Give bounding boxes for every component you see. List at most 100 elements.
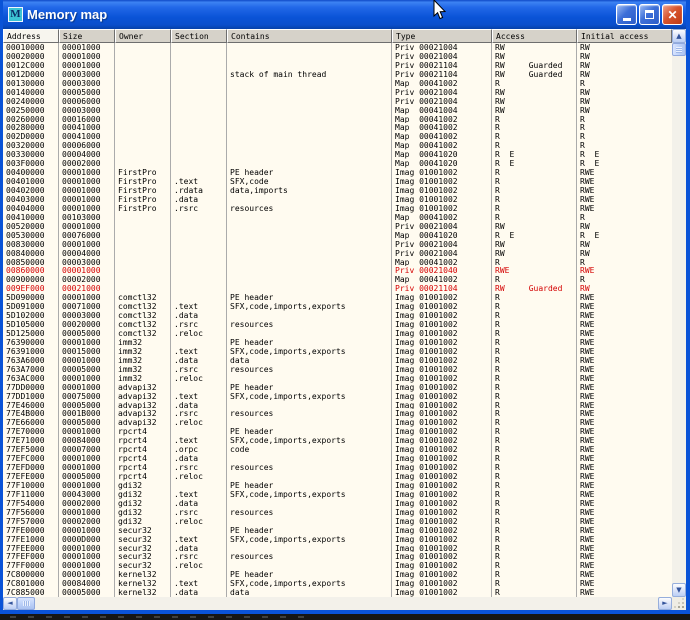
- table-row[interactable]: 5D09000000001000comctl32PE headerImag 01…: [3, 293, 672, 302]
- table-row[interactable]: 77E7000000001000rpcrt4PE headerImag 0100…: [3, 427, 672, 436]
- scroll-up-button[interactable]: ▲: [672, 29, 686, 43]
- table-row[interactable]: 0040400000001000FirstPro.rsrcresourcesIm…: [3, 204, 672, 213]
- table-row[interactable]: 0040100000001000FirstPro.textSFX,codeIma…: [3, 177, 672, 186]
- cell: Imag 01001002: [392, 526, 492, 535]
- table-row[interactable]: 77DD000000001000advapi32PE headerImag 01…: [3, 383, 672, 392]
- table-row[interactable]: 0040000000001000FirstProPE headerImag 01…: [3, 168, 672, 177]
- table-row[interactable]: 77F1000000001000gdi32PE headerImag 01001…: [3, 481, 672, 490]
- table-row[interactable]: 77EFC00000001000rpcrt4.dataImag 01001002…: [3, 454, 672, 463]
- table-row[interactable]: 0012C00000001000Priv 00021104RW GuardedR…: [3, 61, 672, 70]
- column-header-initial-access[interactable]: Initial access: [577, 29, 672, 43]
- table-row[interactable]: 0040200000001000FirstPro.rdatadata,impor…: [3, 186, 672, 195]
- cell: R: [492, 141, 577, 150]
- resize-grip-icon[interactable]: [682, 606, 684, 608]
- table-row[interactable]: 0032000000006000Map 00041002RR: [3, 141, 672, 150]
- table-row[interactable]: 0028000000041000Map 00041002RR: [3, 123, 672, 132]
- column-header-contains[interactable]: Contains: [227, 29, 392, 43]
- table-row[interactable]: 77FEF00000001000secur32.rsrcresourcesIma…: [3, 552, 672, 561]
- table-row[interactable]: 002D000000041000Map 00041002RR: [3, 132, 672, 141]
- table-row[interactable]: 0012D00000003000stack of main threadPriv…: [3, 70, 672, 79]
- cell: RWE: [577, 561, 672, 570]
- memory-map-client: AddressSizeOwnerSectionContainsTypeAcces…: [3, 29, 686, 610]
- cell: R: [492, 481, 577, 490]
- cell: R: [577, 258, 672, 267]
- table-row[interactable]: 0083000000001000Priv 00021004RWRW: [3, 240, 672, 249]
- table-row[interactable]: 0025000000003000Map 00041004RWRW: [3, 106, 672, 115]
- column-header-address[interactable]: Address: [3, 29, 59, 43]
- table-row[interactable]: 7C80100000084000kernel32.textSFX,code,im…: [3, 579, 672, 588]
- table-row[interactable]: 009EF00000021000Priv 00021104RW GuardedR…: [3, 284, 672, 293]
- cell: 77EF5000: [3, 445, 59, 454]
- table-row[interactable]: 5D10500000020000comctl32.rsrcresourcesIm…: [3, 320, 672, 329]
- table-row[interactable]: 0013000000003000Map 00041002RR: [3, 79, 672, 88]
- table-row[interactable]: 003F000000002000Map 00041020R ER E: [3, 159, 672, 168]
- scroll-right-button[interactable]: ►: [658, 597, 672, 610]
- table-row[interactable]: 763A700000005000imm32.rsrcresourcesImag …: [3, 365, 672, 374]
- table-row[interactable]: 0026000000016000Map 00041002RR: [3, 115, 672, 124]
- table-row[interactable]: 0014000000005000Priv 00021004RWRW: [3, 88, 672, 97]
- table-row[interactable]: 5D09100000071000comctl32.textSFX,code,im…: [3, 302, 672, 311]
- cell: R: [492, 588, 577, 597]
- table-row[interactable]: 7639100000015000imm32.textSFX,code,impor…: [3, 347, 672, 356]
- table-row[interactable]: 77E4600000005000advapi32.dataImag 010010…: [3, 401, 672, 410]
- table-row[interactable]: 77E7100000084000rpcrt4.textSFX,code,impo…: [3, 436, 672, 445]
- vertical-scrollbar-thumb[interactable]: [672, 43, 686, 56]
- titlebar[interactable]: M Memory map ✕: [3, 0, 686, 29]
- table-row[interactable]: 77E4B0000001B000advapi32.rsrcresourcesIm…: [3, 409, 672, 418]
- table-row[interactable]: 0090000000002000Map 00041002RR: [3, 275, 672, 284]
- cell: RWE: [577, 329, 672, 338]
- table-row[interactable]: 0041000000103000Map 00041002RR: [3, 213, 672, 222]
- table-row[interactable]: 7C80000000001000kernel32PE headerImag 01…: [3, 570, 672, 579]
- table-row[interactable]: 7C88500000005000kernel32.datadataImag 01…: [3, 588, 672, 597]
- table-row[interactable]: 77EF500000007000rpcrt4.orpccodeImag 0100…: [3, 445, 672, 454]
- table-row[interactable]: 77F5600000001000gdi32.rsrcresourcesImag …: [3, 508, 672, 517]
- cell: 00001000: [59, 526, 115, 535]
- scroll-down-button[interactable]: ▼: [672, 583, 686, 597]
- table-row[interactable]: 77DD100000075000advapi32.textSFX,code,im…: [3, 392, 672, 401]
- cell: RWE: [577, 356, 672, 365]
- column-header-access[interactable]: Access: [492, 29, 577, 43]
- table-row[interactable]: 77FF000000001000secur32.relocImag 010010…: [3, 561, 672, 570]
- close-button[interactable]: ✕: [662, 4, 683, 25]
- table-row[interactable]: 77E6600000005000advapi32.relocImag 01001…: [3, 418, 672, 427]
- scroll-left-button[interactable]: ◄: [3, 597, 17, 610]
- cell: [227, 284, 392, 293]
- table-row[interactable]: 0024000000006000Priv 00021004RWRW: [3, 97, 672, 106]
- table-row[interactable]: 0085000000003000Map 00041002RR: [3, 258, 672, 267]
- table-row[interactable]: 0084000000004000Priv 00021004RWRW: [3, 249, 672, 258]
- cell: 00004000: [59, 150, 115, 159]
- table-row[interactable]: 77EFE00000005000rpcrt4.relocImag 0100100…: [3, 472, 672, 481]
- maximize-button[interactable]: [639, 4, 660, 25]
- table-row[interactable]: 0086000000001000Priv 00021040RWERWE: [3, 266, 672, 275]
- column-header-size[interactable]: Size: [59, 29, 115, 43]
- minimize-button[interactable]: [616, 4, 637, 25]
- column-header-type[interactable]: Type: [392, 29, 492, 43]
- column-header-section[interactable]: Section: [171, 29, 227, 43]
- vertical-scrollbar-track[interactable]: [672, 56, 686, 583]
- cell: R: [492, 535, 577, 544]
- table-row[interactable]: 0001000000001000Priv 00021004RWRW: [3, 43, 672, 52]
- table-row[interactable]: 0053000000076000Map 00041020R ER E: [3, 231, 672, 240]
- horizontal-scrollbar-thumb[interactable]: [17, 597, 35, 610]
- table-row[interactable]: 0040300000001000FirstPro.dataImag 010010…: [3, 195, 672, 204]
- table-row[interactable]: 77FE10000000D000secur32.textSFX,code,imp…: [3, 535, 672, 544]
- table-row[interactable]: 763A600000001000imm32.datadataImag 01001…: [3, 356, 672, 365]
- table-row[interactable]: 7639000000001000imm32PE headerImag 01001…: [3, 338, 672, 347]
- table-row[interactable]: 77F5400000002000gdi32.dataImag 01001002R…: [3, 499, 672, 508]
- table-row[interactable]: 77FEE00000001000secur32.dataImag 0100100…: [3, 544, 672, 553]
- table-row[interactable]: 5D10200000003000comctl32.dataImag 010010…: [3, 311, 672, 320]
- table-row[interactable]: 77EFD00000001000rpcrt4.rsrcresourcesImag…: [3, 463, 672, 472]
- table-row[interactable]: 5D12500000005000comctl32.relocImag 01001…: [3, 329, 672, 338]
- cell: Imag 01001002: [392, 409, 492, 418]
- table-row[interactable]: 0033000000004000Map 00041020R ER E: [3, 150, 672, 159]
- table-row[interactable]: 0052000000001000Priv 00021004RWRW: [3, 222, 672, 231]
- horizontal-scrollbar[interactable]: ◄ ►: [3, 597, 686, 610]
- column-header-owner[interactable]: Owner: [115, 29, 171, 43]
- table-row[interactable]: 763AC00000001000imm32.relocImag 01001002…: [3, 374, 672, 383]
- horizontal-scrollbar-track[interactable]: [35, 597, 658, 610]
- vertical-scrollbar[interactable]: ▲ ▼: [672, 29, 686, 597]
- table-row[interactable]: 77F5700000002000gdi32.relocImag 01001002…: [3, 517, 672, 526]
- table-row[interactable]: 77FE000000001000secur32PE headerImag 010…: [3, 526, 672, 535]
- table-row[interactable]: 0002000000001000Priv 00021004RWRW: [3, 52, 672, 61]
- table-row[interactable]: 77F1100000043000gdi32.textSFX,code,impor…: [3, 490, 672, 499]
